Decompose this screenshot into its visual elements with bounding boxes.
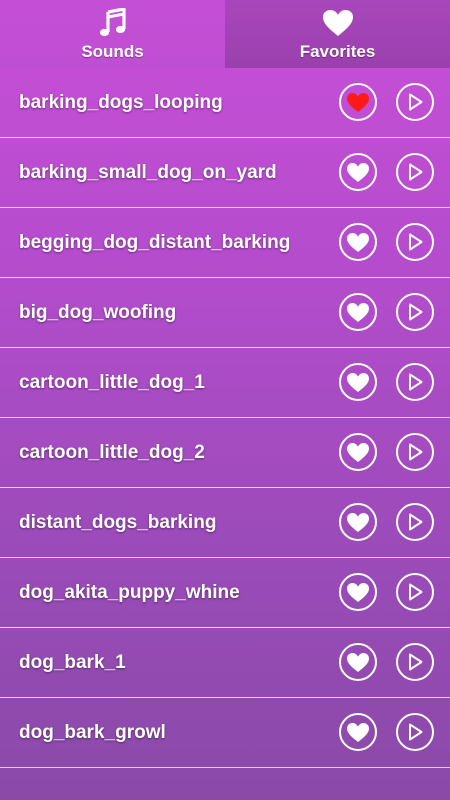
list-item[interactable]: distant_dogs_barking [0,488,450,558]
sound-name: begging_dog_distant_barking [19,232,291,253]
heart-icon [347,723,369,742]
sound-name: big_dog_woofing [19,302,177,323]
tab-favorites-label: Favorites [299,42,376,61]
tab-sounds[interactable]: Sounds [0,0,225,68]
tab-sounds-label: Sounds [81,42,144,61]
heart-icon [347,233,369,252]
tab-favorites[interactable]: Favorites [225,0,450,68]
heart-icon [347,513,369,532]
sound-name: dog_bark_growl [19,722,166,743]
play-icon [409,373,423,391]
play-button[interactable] [396,83,434,121]
play-button[interactable] [396,573,434,611]
heart-icon [347,303,369,322]
heart-icon [347,443,369,462]
list-item[interactable]: dog_akita_puppy_whine [0,558,450,628]
sound-name: barking_dogs_looping [19,92,223,113]
play-button[interactable] [396,363,434,401]
play-button[interactable] [396,293,434,331]
list-item[interactable]: cartoon_little_dog_1 [0,348,450,418]
play-button[interactable] [396,153,434,191]
play-icon [409,233,423,251]
list-item[interactable]: dog_bark_1 [0,628,450,698]
sound-name: barking_small_dog_on_yard [19,162,277,183]
heart-icon [347,583,369,602]
sound-name: cartoon_little_dog_2 [19,442,205,463]
heart-icon [321,8,355,38]
sound-name: dog_bark_1 [19,652,126,673]
play-button[interactable] [396,643,434,681]
play-icon [409,93,423,111]
list-item[interactable]: cartoon_little_dog_2 [0,418,450,488]
favorite-button[interactable] [339,363,377,401]
list-item[interactable]: big_dog_woofing [0,278,450,348]
play-icon [409,653,423,671]
play-icon [409,723,423,741]
favorite-button[interactable] [339,153,377,191]
list-item[interactable]: begging_dog_distant_barking [0,208,450,278]
sound-list: barking_dogs_looping barking_small_dog_on… [0,68,450,768]
list-item[interactable]: barking_dogs_looping [0,68,450,138]
play-button[interactable] [396,713,434,751]
favorite-button[interactable] [339,503,377,541]
play-icon [409,513,423,531]
heart-icon [347,653,369,672]
play-icon [409,303,423,321]
sound-name: dog_akita_puppy_whine [19,582,240,603]
sound-name: cartoon_little_dog_1 [19,372,205,393]
play-button[interactable] [396,503,434,541]
play-icon [409,443,423,461]
play-icon [409,163,423,181]
favorite-button[interactable] [339,573,377,611]
music-note-icon [96,8,130,38]
heart-icon [347,373,369,392]
list-item[interactable]: dog_bark_growl [0,698,450,768]
favorite-button[interactable] [339,643,377,681]
play-icon [409,583,423,601]
favorite-button[interactable] [339,83,377,121]
sound-name: distant_dogs_barking [19,512,217,533]
favorite-button[interactable] [339,433,377,471]
favorite-button[interactable] [339,293,377,331]
list-item[interactable]: barking_small_dog_on_yard [0,138,450,208]
favorite-button[interactable] [339,713,377,751]
heart-icon [347,163,369,182]
heart-icon [347,93,369,112]
tab-bar: Sounds Favorites [0,0,450,68]
play-button[interactable] [396,433,434,471]
play-button[interactable] [396,223,434,261]
favorite-button[interactable] [339,223,377,261]
